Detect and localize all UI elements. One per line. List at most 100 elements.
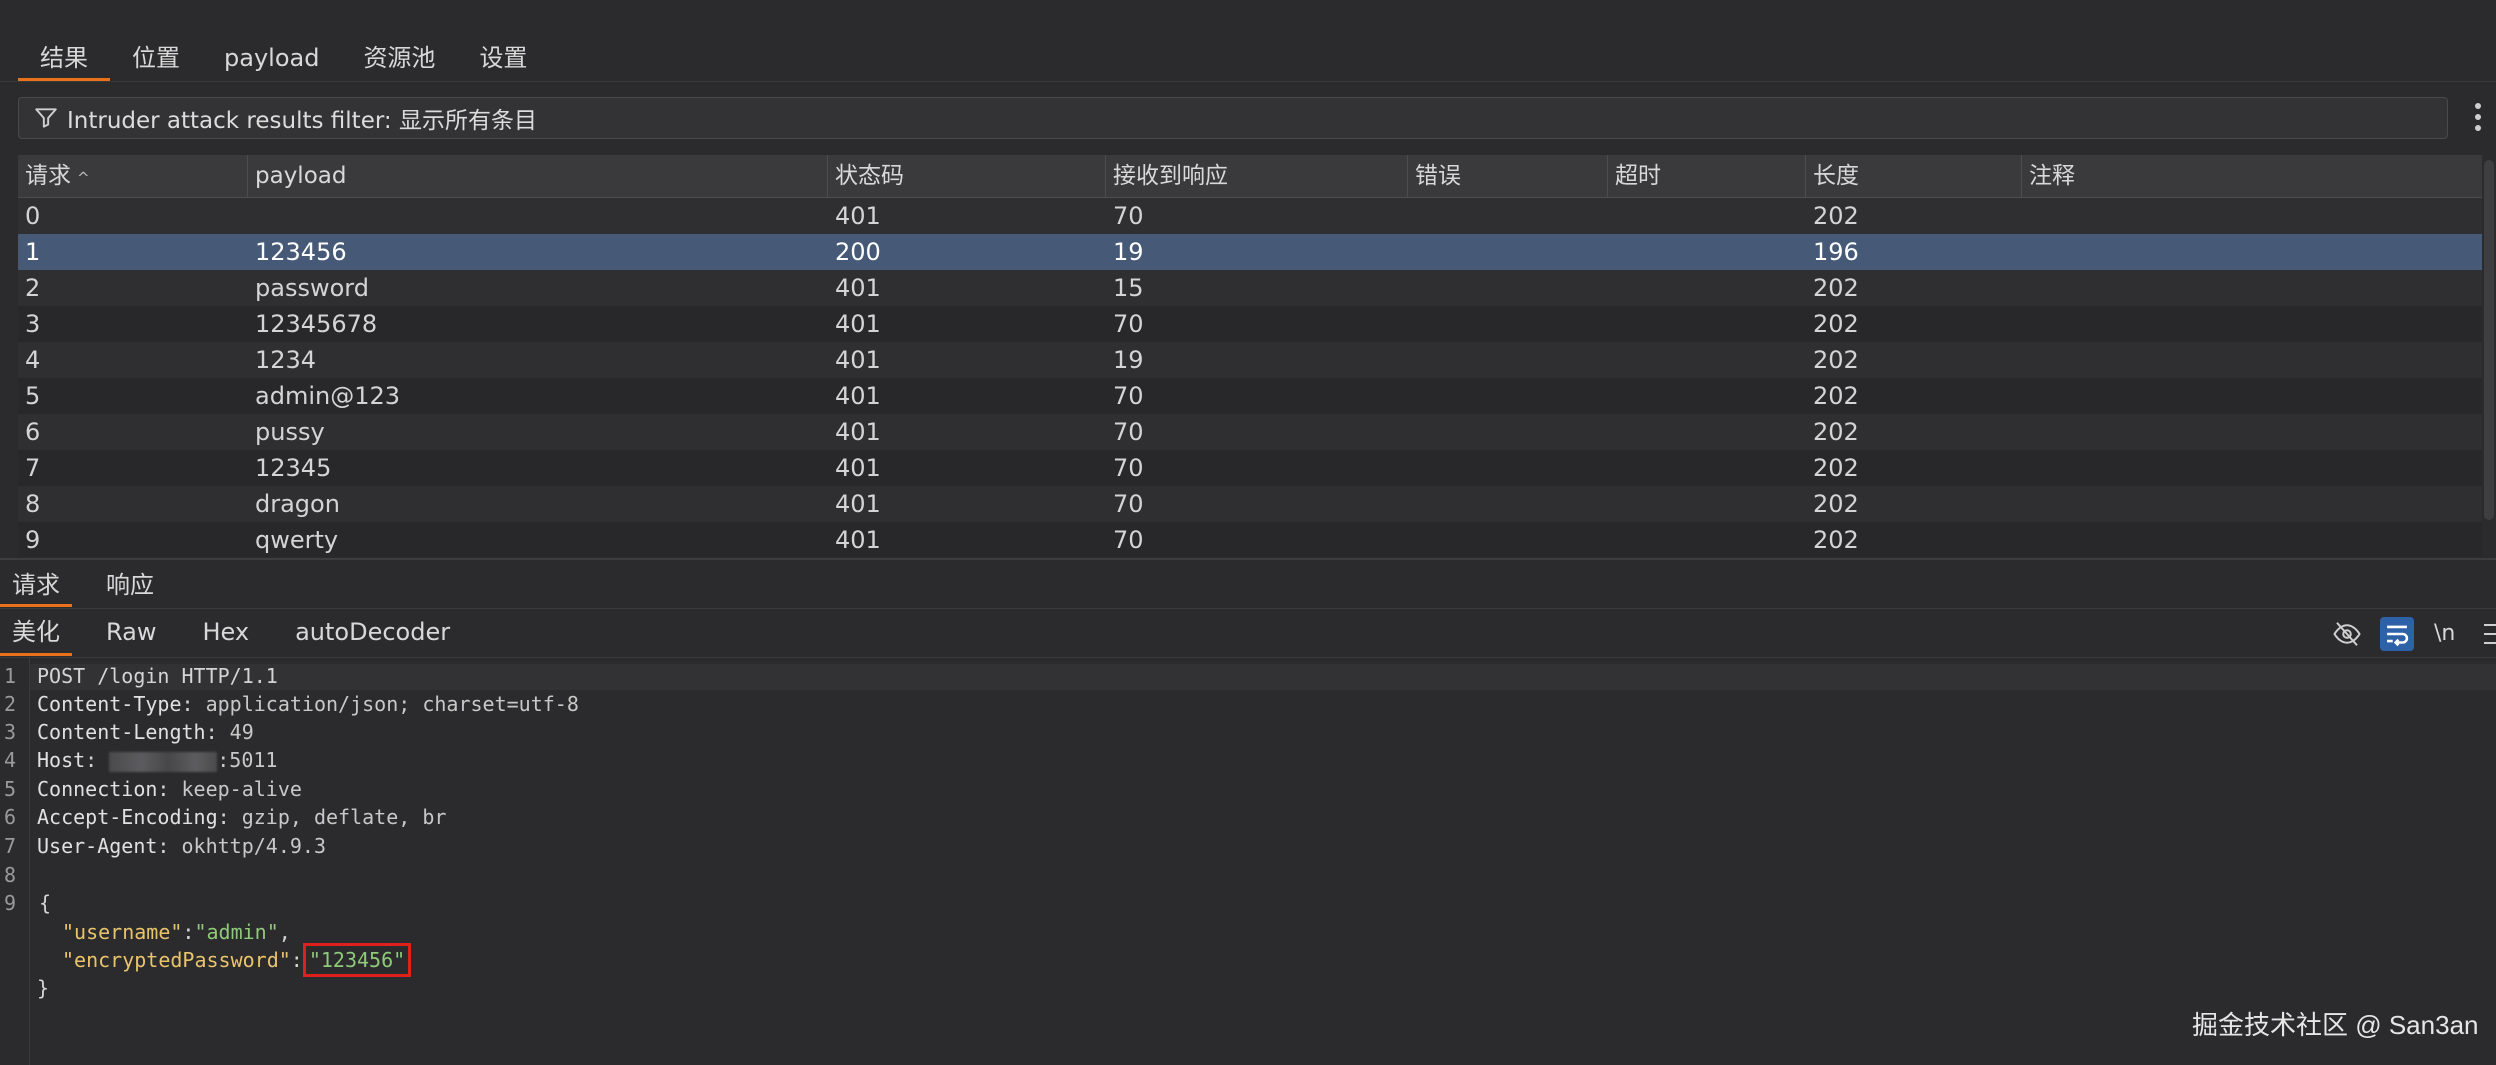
tab-results[interactable]: 结果 — [18, 38, 110, 81]
cell-length: 202 — [1813, 454, 1859, 482]
tab-raw[interactable]: Raw — [94, 609, 168, 653]
cell-request: 5 — [25, 382, 41, 410]
table-row[interactable]: 2 password 401 15 202 — [18, 270, 2482, 306]
json-close-brace: } — [37, 976, 50, 1000]
cell-request: 8 — [25, 490, 41, 518]
cell-received: 70 — [1113, 310, 1144, 338]
header-line: Host: :5011 — [37, 748, 278, 772]
cell-timeout — [1608, 486, 1806, 522]
cell-timeout — [1608, 342, 1806, 378]
json-key: "username" — [62, 920, 183, 944]
cell-received: 70 — [1113, 202, 1144, 230]
table-row[interactable]: 6 pussy 401 70 202 — [18, 414, 2482, 450]
table-body: 0 401 70 202 1 1234 5 6 200 19 196 2 password 401 15 20… — [18, 198, 2482, 557]
cell-status: 401 — [835, 310, 881, 338]
cell-length: 202 — [1813, 382, 1859, 410]
column-header-request[interactable]: 请求 ^ — [18, 155, 248, 197]
tab-positions[interactable]: 位置 — [110, 38, 202, 78]
cell-payload: 1234 — [255, 346, 317, 374]
cell-received: 19 — [1113, 346, 1144, 374]
cell-error — [1408, 234, 1608, 270]
more-options-icon[interactable] — [2472, 100, 2484, 136]
tab-pretty[interactable]: 美化 — [0, 609, 72, 656]
table-scrollbar-thumb[interactable] — [2484, 160, 2494, 520]
cell-payload: admin@123 — [255, 382, 401, 410]
tab-request[interactable]: 请求 — [0, 566, 72, 607]
hamburger-icon[interactable] — [2484, 617, 2496, 651]
tab-hex[interactable]: Hex — [190, 609, 261, 653]
cell-status: 200 — [835, 238, 881, 266]
tab-autodecoder[interactable]: autoDecoder — [283, 609, 462, 653]
cell-timeout — [1608, 414, 1806, 450]
redacted-host — [109, 751, 218, 772]
filter-label: Intruder attack results filter: 显示所有条目 — [67, 108, 537, 134]
cell-comment — [2022, 450, 2482, 486]
tab-resource-pool[interactable]: 资源池 — [341, 38, 457, 78]
cell-request: 6 — [25, 418, 41, 446]
header-value: 49 — [217, 720, 254, 744]
column-header-received[interactable]: 接收到响应 — [1106, 155, 1408, 197]
header-line: Content-Type: application/json; charset=… — [37, 692, 579, 716]
column-label: 请求 — [25, 163, 71, 189]
cell-request: 9 — [25, 526, 41, 554]
newline-toggle[interactable]: \n — [2434, 617, 2455, 651]
cell-request: 7 — [25, 454, 41, 482]
request-editor[interactable]: 1 2 3 4 5 6 7 8 9 POST /login HTTP/1.1 C… — [0, 658, 2496, 1065]
eye-off-icon[interactable] — [2332, 617, 2362, 651]
cell-length: 202 — [1813, 490, 1859, 518]
column-header-error[interactable]: 错误 — [1408, 155, 1608, 197]
header-name: Connection — [37, 777, 158, 801]
header-line: Connection: keep-alive — [37, 777, 302, 801]
cell-error — [1408, 378, 1608, 414]
view-toolbar: 美化 Raw Hex autoDecoder \n — [0, 608, 2496, 658]
column-header-status[interactable]: 状态码 — [828, 155, 1106, 197]
table-row[interactable]: 7 12345 401 70 202 — [18, 450, 2482, 486]
cell-comment — [2022, 342, 2482, 378]
gutter-divider — [29, 658, 30, 1065]
header-line: Content-Length: 49 — [37, 720, 254, 744]
cell-timeout — [1608, 270, 1806, 306]
message-tab-bar: 请求 响应 — [0, 566, 188, 607]
cell-timeout — [1608, 234, 1806, 270]
cell-error — [1408, 522, 1608, 557]
table-row[interactable]: 3 12345678 401 70 202 — [18, 306, 2482, 342]
results-filter-bar[interactable]: Intruder attack results filter: 显示所有条目 — [18, 97, 2448, 139]
line-number: 1 — [4, 664, 17, 688]
cell-error — [1408, 342, 1608, 378]
table-row[interactable]: 1 123456 200 19 196 — [18, 234, 2482, 270]
tab-payload[interactable]: payload — [202, 38, 341, 78]
cell-status: 401 — [835, 382, 881, 410]
table-row[interactable]: 8 dragon 401 70 202 — [18, 486, 2482, 522]
cell-error — [1408, 306, 1608, 342]
column-header-payload[interactable]: payload — [248, 155, 828, 197]
line-number: 6 — [4, 805, 17, 829]
cell-error — [1408, 414, 1608, 450]
column-header-length[interactable]: 长度 — [1806, 155, 2022, 197]
wrap-icon[interactable] — [2380, 617, 2414, 651]
cell-timeout — [1608, 450, 1806, 486]
line-number: 7 — [4, 834, 17, 858]
cell-length: 196 — [1813, 238, 1859, 266]
watermark: 掘金技术社区 @ San3an — [2192, 1010, 2479, 1040]
cell-received: 70 — [1113, 526, 1144, 554]
column-header-comment[interactable]: 注释 — [2022, 155, 2482, 197]
cell-error — [1408, 450, 1608, 486]
pane-splitter[interactable] — [0, 558, 2496, 560]
cell-comment — [2022, 270, 2482, 306]
cell-received: 70 — [1113, 418, 1144, 446]
header-value: okhttp/4.9.3 — [169, 834, 327, 858]
table-row[interactable]: 5 admin@123 401 70 202 — [18, 378, 2482, 414]
column-header-timeout[interactable]: 超时 — [1608, 155, 1806, 197]
cell-status: 401 — [835, 418, 881, 446]
tab-response[interactable]: 响应 — [94, 566, 166, 604]
json-line: "username":"admin", — [62, 920, 291, 944]
table-row[interactable]: 0 401 70 202 — [18, 198, 2482, 234]
cell-request: 1 — [25, 238, 41, 266]
tab-settings[interactable]: 设置 — [457, 38, 549, 78]
cell-request: 4 — [25, 346, 41, 374]
current-line-highlight — [30, 664, 2496, 690]
cell-error — [1408, 270, 1608, 306]
table-row[interactable]: 9 qwerty 401 70 202 — [18, 522, 2482, 557]
cell-timeout — [1608, 522, 1806, 557]
table-row[interactable]: 4 1234 401 19 202 — [18, 342, 2482, 378]
